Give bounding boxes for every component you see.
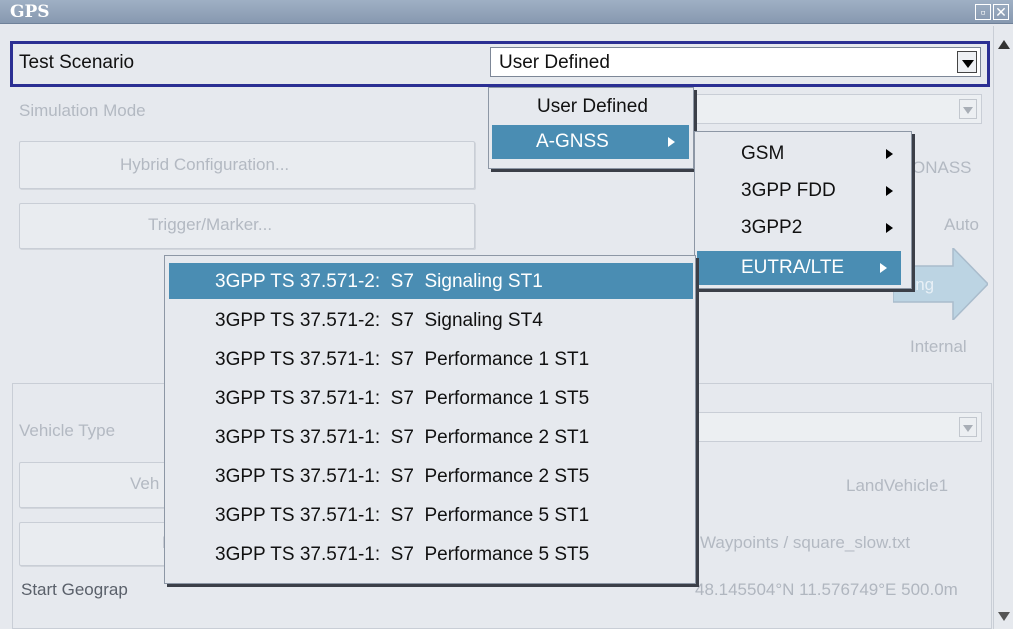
submenu-arrow-icon [886, 149, 893, 159]
submenu-arrow-icon [668, 137, 675, 147]
close-icon[interactable]: ✕ [993, 4, 1009, 20]
submenu-arrow-icon [886, 223, 893, 233]
trigger-marker-label: Trigger/Marker... [148, 215, 273, 234]
waypoints-button[interactable]: L [19, 522, 179, 566]
glonass-text: ONASS [912, 158, 972, 177]
test-scenario-row: Test Scenario User Defined [10, 41, 990, 87]
hybrid-configuration-label: Hybrid Configuration... [120, 155, 290, 174]
scroll-up-icon[interactable] [998, 40, 1010, 49]
a-gnss-menu: GSM 3GPP FDD 3GPP2 EUTRA/LTE [694, 131, 912, 289]
test-scenario-select[interactable]: User Defined [490, 47, 981, 77]
scrollbar[interactable] [993, 26, 1013, 629]
menu-item-performance-2-st1[interactable]: 3GPP TS 37.571-1: S7 Performance 2 ST1 [165, 421, 695, 453]
submenu-arrow-icon [880, 263, 887, 273]
submenu-arrow-icon [886, 186, 893, 196]
maximize-icon[interactable]: ▫ [975, 4, 991, 20]
chevron-down-icon [959, 417, 977, 437]
menu-item-3gpp-fdd[interactable]: 3GPP FDD [695, 174, 911, 206]
vehicle-type-label: Vehicle Type [19, 421, 116, 440]
menu-item-gsm[interactable]: GSM [695, 137, 911, 169]
menu-item-performance-5-st5[interactable]: 3GPP TS 37.571-1: S7 Performance 5 ST5 [165, 538, 695, 570]
vehicle-button[interactable]: Veh [19, 462, 179, 508]
scenario-menu: User Defined A-GNSS [488, 87, 694, 169]
trigger-marker-button[interactable]: Trigger/Marker... [19, 203, 475, 249]
simulation-mode-select[interactable] [690, 94, 982, 124]
simulation-mode-label: Simulation Mode [19, 101, 146, 120]
title-bar[interactable]: GPS ▫ ✕ [0, 0, 1013, 24]
menu-item-user-defined[interactable]: User Defined [489, 90, 693, 122]
hybrid-configuration-button[interactable]: Hybrid Configuration... [19, 141, 475, 189]
menu-item-signaling-st4[interactable]: 3GPP TS 37.571-2: S7 Signaling ST4 [165, 304, 695, 336]
menu-item-performance-1-st5[interactable]: 3GPP TS 37.571-1: S7 Performance 1 ST5 [165, 382, 695, 414]
test-scenario-label: Test Scenario [19, 52, 135, 73]
menu-item-performance-1-st1[interactable]: 3GPP TS 37.571-1: S7 Performance 1 ST1 [165, 343, 695, 375]
start-location-label: Start Geograp [21, 580, 128, 599]
internal-value: Internal [910, 337, 967, 356]
menu-item-a-gnss[interactable]: A-GNSS [492, 125, 689, 159]
eutra-lte-menu: 3GPP TS 37.571-2: S7 Signaling ST1 3GPP … [164, 255, 696, 584]
menu-item-3gpp2[interactable]: 3GPP2 [695, 211, 911, 243]
auto-value: Auto [944, 215, 979, 234]
menu-item-performance-2-st5[interactable]: 3GPP TS 37.571-1: S7 Performance 2 ST5 [165, 460, 695, 492]
start-location-value: 48.145504°N 11.576749°E 500.0m [695, 580, 958, 599]
waypoints-value: Waypoints / square_slow.txt [700, 533, 911, 552]
scroll-down-icon[interactable] [998, 612, 1010, 621]
land-vehicle-value: LandVehicle1 [846, 476, 949, 495]
test-scenario-value: User Defined [499, 52, 610, 73]
menu-item-signaling-st1[interactable]: 3GPP TS 37.571-2: S7 Signaling ST1 [169, 263, 693, 299]
vehicle-button-label: Veh [130, 474, 160, 493]
chevron-down-icon[interactable] [957, 51, 977, 73]
chevron-down-icon [959, 99, 977, 119]
menu-item-performance-5-st1[interactable]: 3GPP TS 37.571-1: S7 Performance 5 ST1 [165, 499, 695, 531]
menu-item-eutra-lte[interactable]: EUTRA/LTE [697, 251, 901, 285]
window-title: GPS [10, 2, 50, 22]
vehicle-type-select[interactable] [690, 412, 982, 442]
